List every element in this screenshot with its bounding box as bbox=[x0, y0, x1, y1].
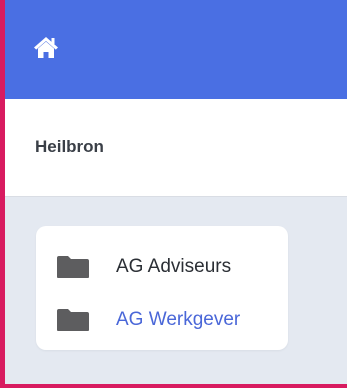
folder-item-ag-werkgever[interactable]: AG Werkgever bbox=[56, 306, 240, 334]
app-frame: Heilbron AG Adviseurs AG Werkgever bbox=[0, 0, 347, 388]
breadcrumb-bar: Heilbron bbox=[5, 99, 347, 197]
left-accent-border bbox=[0, 0, 5, 388]
folder-icon bbox=[56, 308, 90, 332]
folder-icon bbox=[56, 255, 90, 279]
page-title: Heilbron bbox=[35, 137, 104, 156]
folder-list-card: AG Adviseurs AG Werkgever bbox=[36, 226, 288, 350]
folder-item-ag-adviseurs[interactable]: AG Adviseurs bbox=[56, 253, 231, 281]
home-icon[interactable] bbox=[33, 34, 59, 60]
top-navigation-bar bbox=[5, 0, 347, 99]
folder-label: AG Adviseurs bbox=[116, 256, 232, 277]
bottom-accent-border bbox=[0, 384, 347, 388]
folder-link-label[interactable]: AG Werkgever bbox=[116, 309, 240, 331]
